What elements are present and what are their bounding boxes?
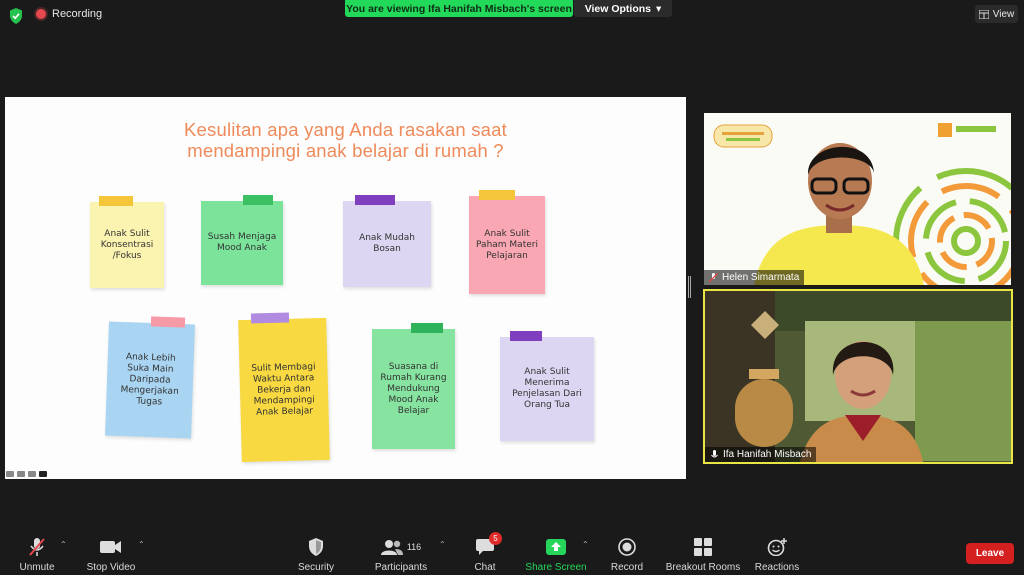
view-button[interactable]: View (975, 5, 1018, 23)
reactions-button[interactable]: Reactions (754, 528, 800, 575)
mic-muted-icon (29, 538, 45, 556)
breakout-rooms-label: Breakout Rooms (665, 562, 741, 573)
view-options-button[interactable]: View Options ▾ (574, 0, 672, 17)
security-shield-icon (309, 538, 323, 556)
slide-annotation-tools[interactable] (6, 471, 47, 477)
pencil-icon[interactable] (17, 471, 25, 477)
sticky-note: Sulit Membagi Waktu Antara Bekerja dan M… (238, 317, 330, 463)
zoom-meeting-window: Recording You are viewing Ifa Hanifah Mi… (0, 0, 1024, 575)
share-screen-label: Share Screen (525, 562, 587, 573)
sticky-note-tape (479, 190, 515, 200)
video-feed-ifa (705, 291, 1011, 462)
security-label: Security (297, 562, 335, 573)
unmute-label: Unmute (19, 562, 55, 573)
video-feed-helen (704, 113, 1011, 285)
shared-screen: Kesulitan apa yang Anda rasakan saat men… (5, 97, 686, 479)
sticky-note: Suasana di Rumah Kurang Mendukung Mood A… (372, 329, 455, 449)
sticky-note-tape (250, 312, 290, 324)
sticky-note: Anak Sulit Konsentrasi /Fokus (90, 202, 164, 288)
arrow-left-icon[interactable] (6, 471, 14, 477)
participant-name: Helen Simarmata (722, 272, 800, 283)
video-camera-icon (100, 541, 121, 553)
video-tile-ifa[interactable]: Ifa Hanifah Misbach (703, 289, 1013, 464)
video-tile-helen[interactable]: Helen Simarmata (704, 113, 1011, 285)
share-screen-button[interactable]: Share Screen (524, 528, 588, 575)
sticky-note-tape (411, 323, 443, 333)
participant-name-tag: Ifa Hanifah Misbach (705, 447, 817, 462)
participants-options-caret-icon[interactable]: ⌃ (439, 540, 446, 549)
recording-label: Recording (52, 8, 103, 20)
view-options-label: View Options (584, 2, 652, 15)
audio-options-caret-icon[interactable]: ⌃ (60, 540, 67, 549)
participants-label: Participants (374, 562, 428, 573)
sticky-note: Anak Lebih Suka Main Daripada Mengerjaka… (105, 321, 195, 439)
record-button[interactable]: Record (608, 528, 646, 575)
chat-unread-badge: 5 (489, 532, 502, 545)
participants-icon (380, 540, 403, 555)
stop-video-label: Stop Video (86, 562, 136, 573)
sticky-note-tape (510, 331, 542, 341)
share-options-caret-icon[interactable]: ⌃ (582, 540, 589, 549)
grid-view-icon (978, 9, 989, 19)
sticky-note: Anak Sulit Menerima Penjelasan Dari Oran… (500, 337, 594, 441)
share-screen-arrow-icon (546, 539, 566, 555)
slide-title-line-1: Kesulitan apa yang Anda rasakan saat (184, 119, 507, 140)
slide-title-line-2: mendampingi anak belajar di rumah ? (187, 140, 504, 161)
viewing-screen-banner: You are viewing Ifa Hanifah Misbach's sc… (345, 0, 573, 17)
sticky-note: Anak Mudah Bosan (343, 201, 431, 287)
sticky-note: Anak Sulit Paham Materi Pelajaran (469, 196, 545, 294)
mic-muted-icon (709, 272, 718, 282)
video-options-caret-icon[interactable]: ⌃ (138, 540, 145, 549)
sticky-note: Susah Menjaga Mood Anak (201, 201, 283, 285)
participants-button[interactable]: 116 Participants (372, 528, 430, 575)
unmute-button[interactable]: Unmute (14, 528, 60, 575)
stop-video-button[interactable]: Stop Video (82, 528, 140, 575)
sticky-note-tape (355, 195, 395, 205)
sticky-note-tape (150, 316, 186, 328)
view-label: View (992, 8, 1015, 20)
breakout-rooms-grid-icon (694, 538, 712, 556)
meeting-toolbar: Unmute ⌃ Stop Video ⌃ Security 116 Parti… (0, 528, 1024, 575)
chevron-down-icon: ▾ (656, 2, 662, 15)
sticky-note-tape (243, 195, 273, 205)
slide-title: Kesulitan apa yang Anda rasakan saat men… (5, 119, 686, 161)
recording-indicator[interactable]: Recording (36, 8, 102, 20)
slides-icon[interactable] (28, 471, 36, 477)
breakout-rooms-button[interactable]: Breakout Rooms (664, 528, 742, 575)
chat-label: Chat (474, 562, 496, 573)
recording-dot-icon (36, 9, 46, 19)
encryption-shield-icon[interactable] (9, 8, 23, 24)
participant-name: Ifa Hanifah Misbach (723, 449, 812, 460)
record-icon (618, 538, 636, 556)
reactions-label: Reactions (754, 562, 800, 573)
participant-name-tag: Helen Simarmata (704, 270, 805, 285)
mic-icon (711, 449, 718, 457)
leave-button[interactable]: Leave (966, 543, 1014, 564)
arrow-right-icon[interactable] (39, 471, 47, 477)
sticky-note-tape (99, 196, 133, 206)
panel-splitter-handle[interactable] (688, 276, 691, 298)
chat-button[interactable]: 5 Chat (470, 528, 502, 575)
record-label: Record (610, 562, 644, 573)
participants-count: 116 (406, 542, 422, 552)
security-button[interactable]: Security (294, 528, 338, 575)
reactions-smiley-icon (767, 538, 787, 556)
